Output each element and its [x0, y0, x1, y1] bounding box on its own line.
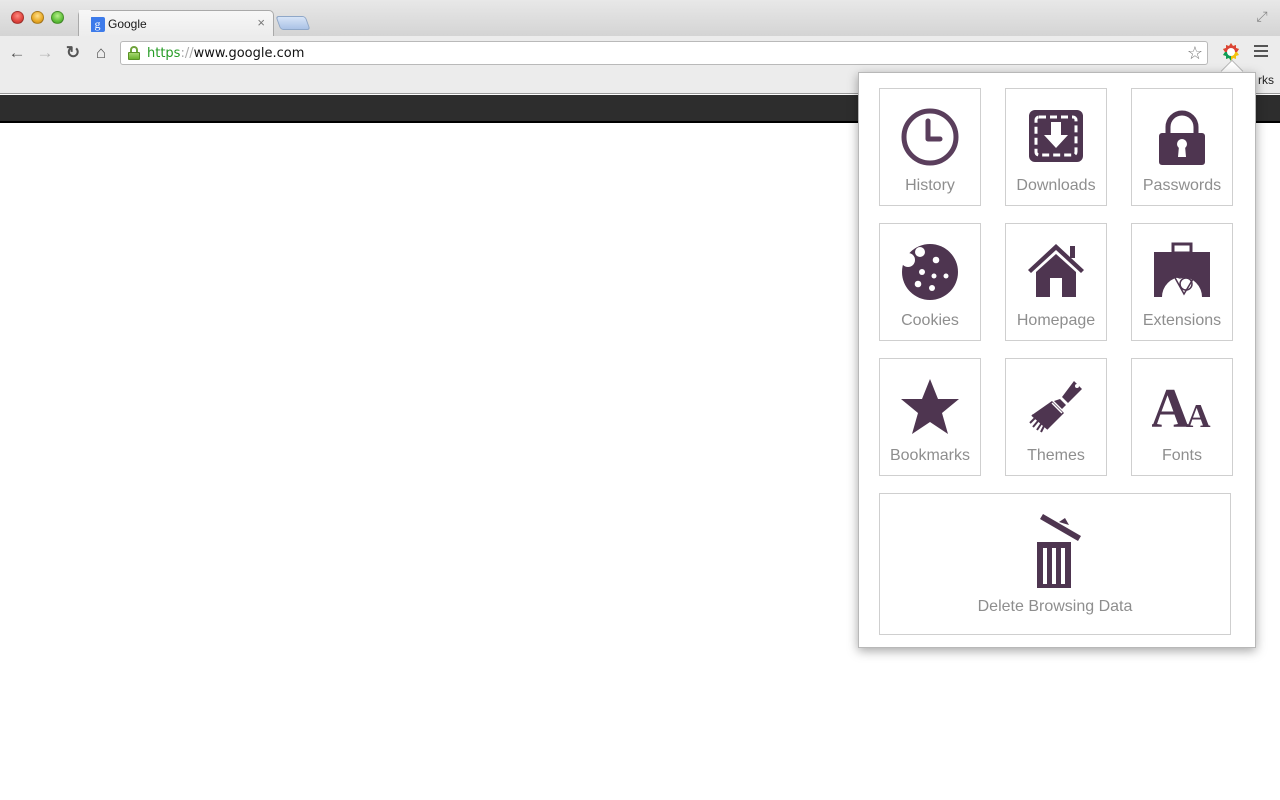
- padlock-icon: [1159, 110, 1205, 165]
- window-minimize-button[interactable]: [31, 11, 44, 24]
- tile-extensions[interactable]: Extensions: [1131, 223, 1233, 341]
- tile-downloads[interactable]: Downloads: [1005, 88, 1107, 206]
- secure-lock-icon[interactable]: [128, 46, 140, 60]
- download-icon: [1029, 110, 1083, 162]
- url-scheme: https: [147, 46, 181, 61]
- tab-google[interactable]: g Google ×: [78, 10, 274, 37]
- tile-label: Delete Browsing Data: [977, 598, 1133, 615]
- address-bar[interactable]: https://www.google.com ☆: [120, 41, 1208, 65]
- trash-icon: [1037, 514, 1081, 588]
- google-favicon-icon: g: [90, 17, 105, 32]
- window-close-button[interactable]: [11, 11, 24, 24]
- tile-label: Fonts: [1161, 447, 1202, 464]
- tile-cookies[interactable]: Cookies: [879, 223, 981, 341]
- tile-passwords[interactable]: Passwords: [1131, 88, 1233, 206]
- tile-label: Homepage: [1016, 312, 1096, 329]
- browser-window: g Google × ⤢ ← → ↻ ⌂ https://www.google.…: [0, 0, 1280, 800]
- tile-history[interactable]: History: [879, 88, 981, 206]
- tile-homepage[interactable]: Homepage: [1005, 223, 1107, 341]
- tab-title: Google: [108, 17, 147, 31]
- tile-label: Passwords: [1142, 177, 1222, 194]
- cookie-icon: [901, 244, 958, 300]
- svg-text:A: A: [1186, 398, 1211, 435]
- reload-button[interactable]: ↻: [62, 42, 84, 64]
- tile-label: Themes: [1027, 447, 1085, 464]
- tile-label: Cookies: [901, 312, 959, 329]
- extension-bag-icon: [1154, 242, 1210, 297]
- house-icon: [1028, 244, 1084, 297]
- tab-strip: g Google × ⤢: [0, 0, 1280, 37]
- tab-close-icon[interactable]: ×: [257, 15, 265, 30]
- extension-popup: History Downloads Passwords Cookies Home…: [858, 72, 1256, 648]
- paintbrush-icon: [1029, 381, 1082, 433]
- tile-label: Downloads: [1016, 177, 1096, 194]
- window-maximize-button[interactable]: [51, 11, 64, 24]
- home-button[interactable]: ⌂: [90, 42, 112, 64]
- back-button[interactable]: ←: [6, 42, 28, 64]
- other-bookmarks-label[interactable]: rks: [1258, 73, 1274, 87]
- tile-bookmarks[interactable]: Bookmarks: [879, 358, 981, 476]
- fullscreen-icon[interactable]: ⤢: [1254, 8, 1270, 24]
- url-text[interactable]: https://www.google.com: [147, 46, 304, 61]
- forward-button[interactable]: →: [34, 42, 56, 64]
- tile-label: Bookmarks: [889, 447, 971, 464]
- star-icon: [901, 379, 959, 434]
- delete-browsing-data-button[interactable]: Delete Browsing Data: [879, 493, 1231, 635]
- clock-icon: [901, 108, 959, 166]
- url-separator: ://: [180, 46, 194, 61]
- tile-themes[interactable]: Themes: [1005, 358, 1107, 476]
- tile-label: History: [905, 177, 955, 194]
- url-host: www.google.com: [193, 46, 305, 61]
- new-tab-button[interactable]: [275, 16, 311, 30]
- fonts-icon: A A: [1152, 378, 1211, 437]
- bookmark-star-icon[interactable]: ☆: [1187, 43, 1203, 63]
- toolbar: ← → ↻ ⌂ https://www.google.com ☆: [0, 36, 1280, 70]
- tile-label: Extensions: [1142, 312, 1222, 329]
- tile-fonts[interactable]: A A Fonts: [1131, 358, 1233, 476]
- menu-hamburger-icon[interactable]: [1254, 45, 1268, 57]
